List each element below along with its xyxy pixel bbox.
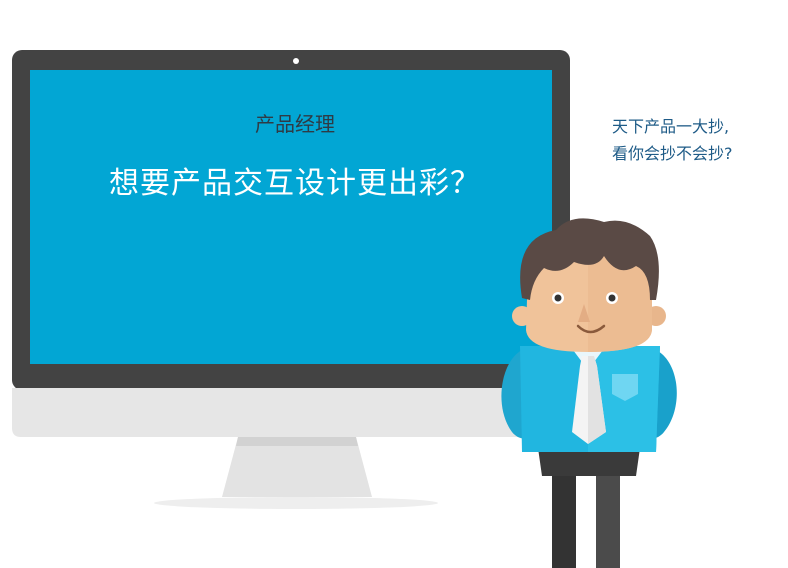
right-leg [596,470,620,568]
product-manager-character [501,218,677,568]
left-leg [552,470,576,568]
